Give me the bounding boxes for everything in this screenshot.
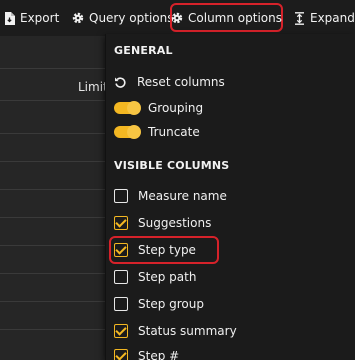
grouping-label: Grouping xyxy=(148,101,204,115)
checkbox-checked[interactable] xyxy=(114,349,128,360)
truncate-toggle[interactable] xyxy=(114,125,141,139)
column-toggle-label: Step # xyxy=(138,349,180,360)
column-header-limit[interactable]: Limit xyxy=(78,80,108,94)
column-toggle-label: Suggestions xyxy=(138,216,212,230)
toolbar: Export Query options Column options Expa… xyxy=(0,0,355,36)
truncate-toggle-item[interactable]: Truncate xyxy=(114,122,342,142)
column-toggle-status-summary[interactable]: Status summary xyxy=(114,321,342,341)
column-toggle-label: Measure name xyxy=(138,189,227,203)
column-toggle-label: Step group xyxy=(138,297,204,311)
grouping-toggle-item[interactable]: Grouping xyxy=(114,98,342,118)
reset-columns-label: Reset columns xyxy=(137,75,225,89)
grouping-toggle[interactable] xyxy=(114,101,141,115)
table-row-divider xyxy=(0,161,105,162)
expand-vertical-icon xyxy=(295,11,304,25)
table-row-divider xyxy=(0,273,105,274)
table-row-divider xyxy=(0,301,105,302)
table-row-divider xyxy=(0,133,105,134)
column-toggle-suggestions[interactable]: Suggestions xyxy=(114,213,342,233)
table-row-divider xyxy=(0,329,105,330)
table-row-divider xyxy=(0,100,105,101)
general-section-title: GENERAL xyxy=(114,44,173,57)
column-toggle-step-path[interactable]: Step path xyxy=(114,267,342,287)
gear-icon xyxy=(171,12,183,23)
column-toggle-measure-name[interactable]: Measure name xyxy=(114,186,342,206)
export-button[interactable]: Export xyxy=(4,4,59,32)
column-options-button[interactable]: Column options xyxy=(170,3,283,32)
checkbox-checked[interactable] xyxy=(114,216,128,230)
reset-columns-item[interactable]: Reset columns xyxy=(114,72,342,92)
export-label: Export xyxy=(20,11,60,25)
checkbox-unchecked[interactable] xyxy=(114,270,128,284)
reset-icon xyxy=(115,76,126,88)
column-toggle-step-group[interactable]: Step group xyxy=(114,294,342,314)
query-options-button[interactable]: Query options xyxy=(72,4,173,32)
visible-columns-section-title: VISIBLE COLUMNS xyxy=(114,159,230,172)
query-options-label: Query options xyxy=(89,11,174,25)
gear-icon xyxy=(72,12,84,24)
checkbox-unchecked[interactable] xyxy=(114,297,128,311)
table-row-divider xyxy=(0,245,105,246)
column-toggle-step-number[interactable]: Step # xyxy=(114,346,342,360)
column-toggle-label: Step path xyxy=(138,270,197,284)
truncate-label: Truncate xyxy=(148,125,200,139)
table-row-divider xyxy=(0,217,105,218)
column-toggle-label: Status summary xyxy=(138,324,237,338)
expand-label: Expand xyxy=(310,11,355,25)
expand-button[interactable]: Expand xyxy=(294,4,355,32)
file-export-icon xyxy=(5,11,15,25)
checkbox-unchecked[interactable] xyxy=(114,189,128,203)
checkbox-checked[interactable] xyxy=(114,324,128,338)
table-row-divider xyxy=(0,189,105,190)
column-options-label: Column options xyxy=(188,10,282,25)
step-type-highlight xyxy=(109,236,219,264)
